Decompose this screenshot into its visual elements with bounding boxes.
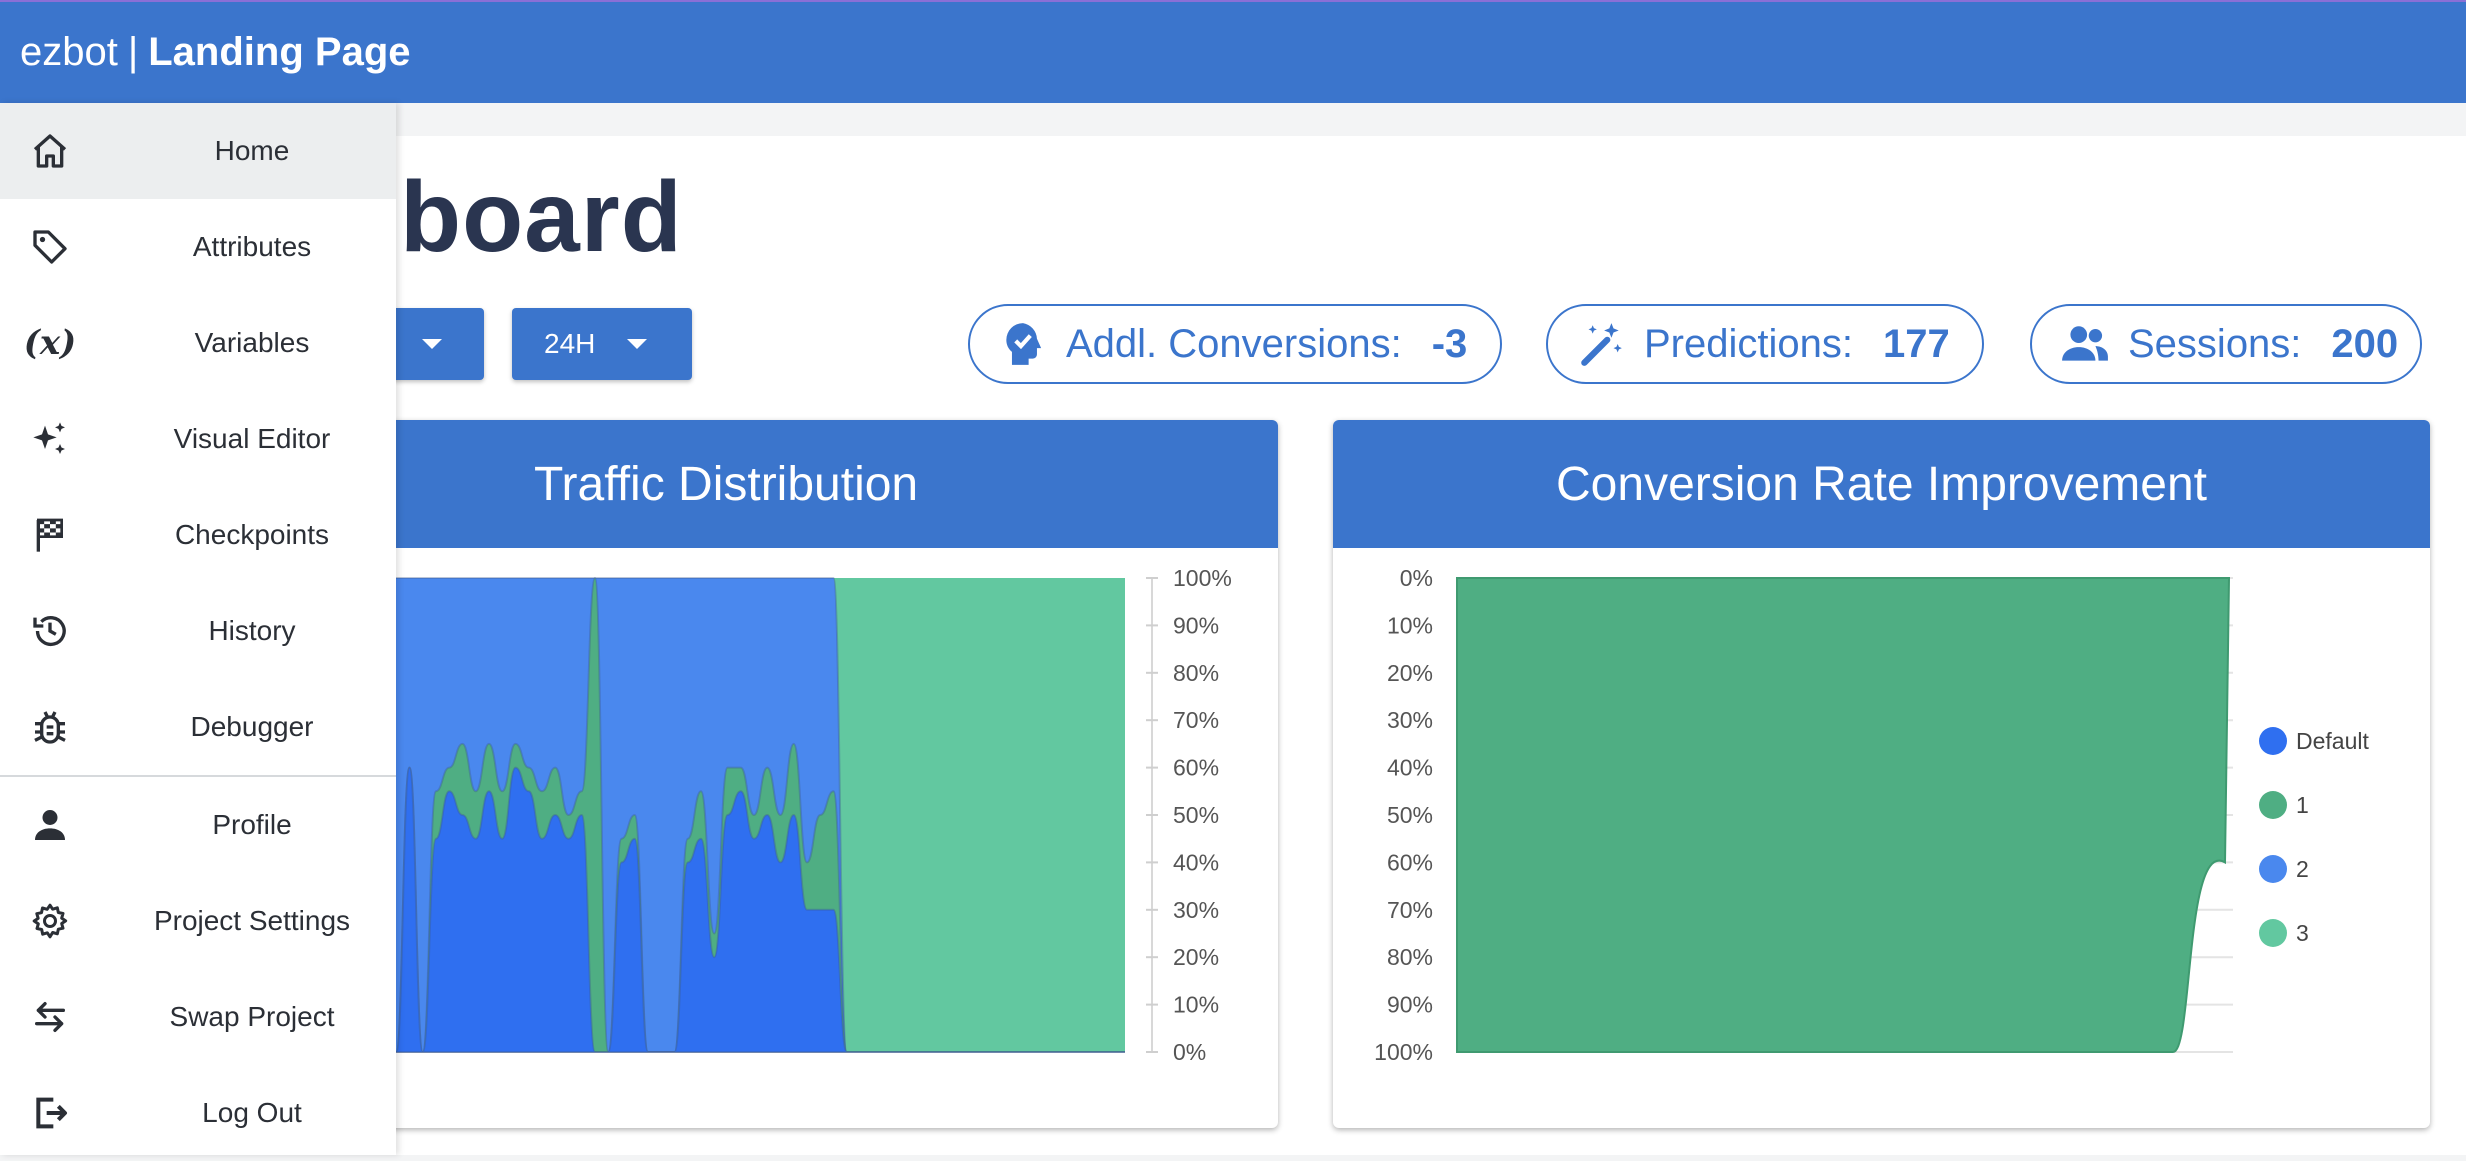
sidebar-item-debugger[interactable]: Debugger	[0, 679, 396, 775]
legend-marker	[2259, 855, 2287, 883]
gear-icon	[28, 899, 72, 943]
sidebar-item-log-out[interactable]: Log Out	[0, 1065, 396, 1161]
legend-marker	[2259, 727, 2287, 755]
conversion-rate-card: Conversion Rate Improvement 0% 10% 20% 30% 4…	[1333, 420, 2430, 1128]
y-tick-label: 70%	[1387, 897, 1433, 923]
flag-icon	[28, 513, 72, 557]
y-tick-label: 50%	[1387, 802, 1433, 828]
sidebar-item-checkpoints[interactable]: Checkpoints	[0, 487, 396, 583]
sidebar-item-profile[interactable]: Profile	[0, 777, 396, 873]
sessions-stat: Sessions: 200	[2030, 304, 2422, 384]
page-title: board	[400, 161, 683, 273]
traffic-distribution-chart: 100% 90% 80% 70% 60% 50% 40% 30% 20% 10% 0%	[330, 565, 1232, 1065]
y-tick-label: 30%	[1387, 707, 1433, 733]
bug-icon	[28, 705, 72, 749]
app-header: ezbot | Landing Page	[0, 0, 2466, 103]
predictions-stat: Predictions: 177	[1546, 304, 1984, 384]
home-icon	[28, 129, 72, 173]
sidebar-item-home[interactable]: Home	[0, 103, 396, 199]
y-tick-label: 50%	[1173, 802, 1219, 828]
time-range-value: 24H	[544, 328, 596, 359]
tag-icon	[28, 225, 72, 269]
y-tick-label: 0%	[1173, 1039, 1206, 1065]
conversion-rate-chart: 0% 10% 20% 30% 40% 50% 60% 70% 80% 90% 100% Default…	[1374, 565, 2369, 1065]
sidebar-item-variables[interactable]: (x) Variables	[0, 295, 396, 391]
time-range-dropdown[interactable]: 24H	[512, 308, 692, 380]
traffic-distribution-card: Traffic Distribution 100% 90% 80% 70% 60% 50%…	[330, 420, 1278, 1128]
sidebar-item-visual-editor[interactable]: Visual Editor	[0, 391, 396, 487]
y-tick-label: 30%	[1173, 897, 1219, 923]
legend-label: 1	[2296, 792, 2309, 818]
sidebar-item-history[interactable]: History	[0, 583, 396, 679]
y-tick-label: 90%	[1173, 612, 1219, 638]
sparkles-icon	[28, 417, 72, 461]
logout-icon	[28, 1091, 72, 1135]
title-separator: |	[127, 30, 139, 74]
magic-wand-icon	[1581, 323, 1622, 366]
sidebar-menu: Home Attributes (x) Variables Visual Edi…	[0, 103, 396, 1155]
sidebar-item-swap-project[interactable]: Swap Project	[0, 969, 396, 1065]
card-title: Traffic Distribution	[330, 420, 1278, 548]
y-tick-label: 20%	[1173, 944, 1219, 970]
y-tick-label: 40%	[1173, 849, 1219, 875]
stat-label: Addl. Conversions:	[1066, 321, 1402, 366]
card-title: Conversion Rate Improvement	[1333, 420, 2430, 548]
project-title[interactable]: Landing Page	[148, 30, 410, 75]
head-check-icon	[1006, 323, 1042, 365]
history-icon	[28, 609, 72, 653]
variable-icon: (x)	[23, 323, 77, 363]
y-tick-label: 90%	[1387, 992, 1433, 1018]
legend-marker	[2259, 791, 2287, 819]
users-icon	[2062, 326, 2108, 361]
y-tick-label: 60%	[1173, 755, 1219, 781]
sidebar-item-attributes[interactable]: Attributes	[0, 199, 396, 295]
additional-conversions-stat: Addl. Conversions: -3	[968, 304, 1502, 384]
y-tick-label: 0%	[1400, 565, 1433, 591]
y-tick-label: 80%	[1387, 944, 1433, 970]
swap-icon	[28, 995, 72, 1039]
stat-label: Predictions:	[1644, 321, 1853, 366]
person-icon	[28, 803, 72, 847]
legend-label: 2	[2296, 856, 2309, 882]
y-tick-label: 80%	[1173, 660, 1219, 686]
sidebar-item-project-settings[interactable]: Project Settings	[0, 873, 396, 969]
y-tick-label: 100%	[1173, 565, 1232, 591]
brand-name[interactable]: ezbot	[20, 30, 118, 75]
stat-label: Sessions:	[2128, 321, 2302, 366]
legend-label: 3	[2296, 920, 2309, 946]
legend-marker	[2259, 919, 2287, 947]
stat-value: 177	[1882, 321, 1950, 366]
y-tick-label: 100%	[1374, 1039, 1433, 1065]
chevron-down-icon	[422, 339, 442, 349]
chevron-down-icon	[627, 339, 648, 349]
legend-label: Default	[2296, 728, 2369, 754]
y-tick-label: 10%	[1173, 992, 1219, 1018]
y-tick-label: 10%	[1387, 612, 1433, 638]
series-1-area	[1456, 577, 2231, 1053]
y-tick-label: 20%	[1387, 660, 1433, 686]
y-tick-label: 40%	[1387, 755, 1433, 781]
stat-value: -3	[1431, 321, 1468, 366]
y-tick-label: 70%	[1173, 707, 1219, 733]
y-tick-label: 60%	[1387, 849, 1433, 875]
stat-value: 200	[2331, 321, 2399, 366]
